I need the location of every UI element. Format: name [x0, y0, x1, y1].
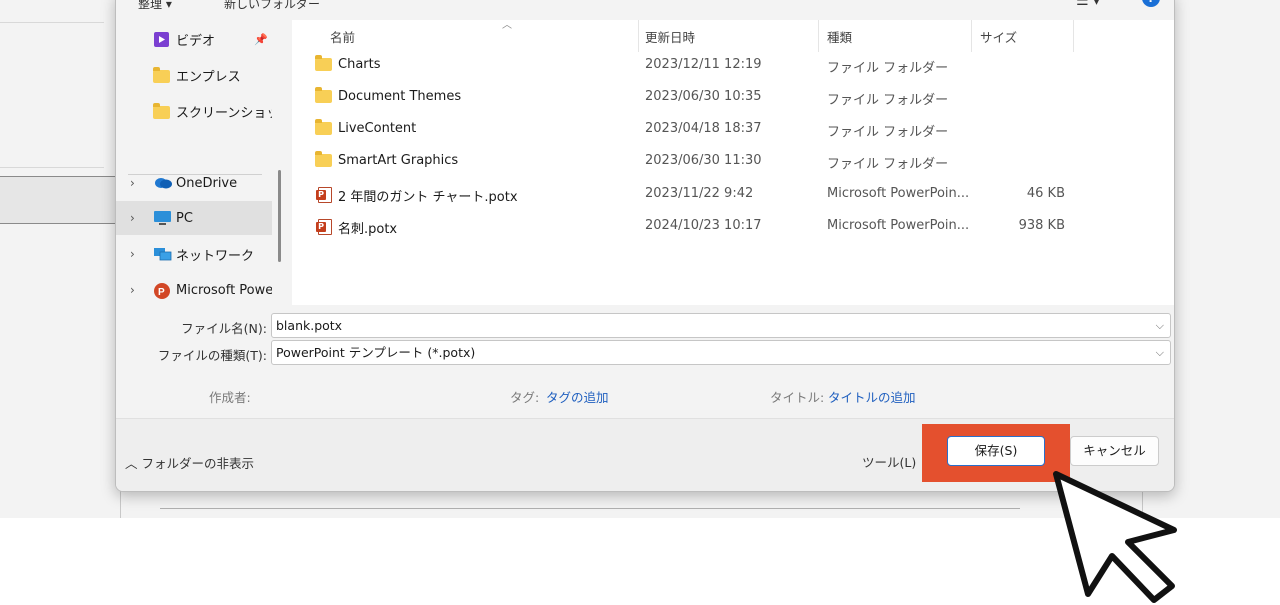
chevron-right-icon[interactable]: › — [130, 176, 135, 190]
title-label: タイトル: — [770, 390, 825, 405]
nav-item-videos[interactable]: ビデオ 📌 — [116, 22, 272, 56]
nav-item-label: ネットワーク — [176, 248, 255, 264]
save-button[interactable]: 保存(S) — [947, 436, 1045, 466]
view-options-icon[interactable]: ☰ ▾ — [1076, 0, 1100, 9]
divider — [0, 167, 104, 168]
svg-text:P: P — [158, 287, 165, 298]
chevron-down-icon[interactable]: ⌵ — [1156, 341, 1164, 364]
tags-link[interactable]: タグの追加 — [546, 387, 609, 406]
author-label: 作成者: — [209, 390, 251, 405]
pin-icon[interactable]: 📌 — [254, 33, 268, 46]
folder-icon — [315, 151, 332, 167]
navigation-pane: ビデオ 📌 エンプレス スクリーンショット › OneDrive › PC — [116, 20, 286, 305]
sort-ascending-icon: ︿ — [502, 20, 512, 31]
nav-item-microsoft-powerpoint[interactable]: › P Microsoft Power — [116, 273, 272, 307]
filename-label: ファイル名(N): — [181, 321, 267, 336]
nav-item-pc[interactable]: › PC — [116, 201, 272, 235]
folder-icon — [153, 67, 171, 83]
background-selected-band — [0, 176, 118, 224]
nav-item-label: スクリーンショット — [176, 105, 272, 121]
dialog-toolbar: 整理 ▾ 新しいフォルダー ☰ ▾ ? — [116, 0, 1174, 20]
file-row[interactable]: Charts 2023/12/11 12:19 ファイル フォルダー — [292, 49, 1174, 81]
nav-item-screenshots[interactable]: スクリーンショット — [116, 94, 272, 128]
computer-icon — [153, 210, 171, 226]
organize-menu[interactable]: 整理 ▾ — [138, 0, 172, 12]
hide-folders-toggle[interactable]: ︿ フォルダーの非表示 — [125, 453, 254, 472]
chevron-right-icon[interactable]: › — [130, 283, 135, 297]
cloud-icon — [153, 175, 172, 191]
chevron-up-icon: ︿ — [125, 456, 142, 471]
folder-icon — [315, 87, 332, 103]
filetype-value: PowerPoint テンプレート (*.potx) — [276, 345, 476, 360]
nav-item-empress[interactable]: エンプレス — [116, 58, 272, 92]
file-list: ︿ 名前 更新日時 種類 サイズ Charts 2023/12/11 12:19… — [292, 20, 1174, 305]
tools-menu[interactable]: ツール(L) — [862, 452, 916, 471]
nav-item-label: OneDrive — [176, 175, 238, 191]
filetype-label: ファイルの種類(T): — [157, 348, 267, 363]
chevron-right-icon[interactable]: › — [130, 247, 135, 261]
nav-item-label: PC — [176, 210, 193, 226]
tags-label: タグ: — [510, 390, 540, 405]
help-icon[interactable]: ? — [1142, 0, 1160, 7]
divider — [0, 22, 104, 23]
cancel-button[interactable]: キャンセル — [1070, 436, 1159, 466]
folder-icon — [315, 119, 332, 135]
dialog-footer: ︿ フォルダーの非表示 ツール(L) 保存(S) キャンセル — [116, 418, 1174, 491]
video-icon — [153, 31, 171, 47]
nav-item-label: Microsoft Power — [176, 282, 272, 298]
nav-scrollbar[interactable] — [278, 170, 281, 262]
file-row[interactable]: 2 年間のガント チャート.potx 2023/11/22 9:42 Micro… — [292, 178, 1174, 210]
column-header-name[interactable]: ︿ 名前 — [322, 20, 639, 52]
new-folder-button[interactable]: 新しいフォルダー — [224, 0, 320, 12]
file-row[interactable]: SmartArt Graphics 2023/06/30 11:30 ファイル … — [292, 145, 1174, 177]
save-as-dialog: 整理 ▾ 新しいフォルダー ☰ ▾ ? ビデオ 📌 エンプレス スクリーンショッ… — [115, 0, 1175, 492]
document-line — [160, 508, 1020, 509]
filename-value: blank.potx — [276, 318, 343, 333]
nav-item-onedrive[interactable]: › OneDrive — [116, 166, 272, 200]
column-header-type[interactable]: 種類 — [819, 20, 972, 52]
powerpoint-file-icon — [316, 187, 332, 203]
save-form: ファイル名(N): blank.potx ⌵ ファイルの種類(T): Power… — [116, 305, 1174, 417]
nav-item-label: エンプレス — [176, 69, 241, 85]
chevron-down-icon[interactable]: ⌵ — [1156, 314, 1164, 337]
powerpoint-icon: P — [153, 282, 171, 299]
mouse-pointer-icon — [1053, 471, 1177, 603]
network-icon — [153, 246, 172, 262]
chevron-right-icon[interactable]: › — [130, 211, 135, 225]
filename-input[interactable]: blank.potx ⌵ — [271, 313, 1171, 338]
title-link[interactable]: タイトルの追加 — [828, 387, 916, 406]
file-row[interactable]: LiveContent 2023/04/18 18:37 ファイル フォルダー — [292, 113, 1174, 145]
powerpoint-file-icon — [316, 219, 332, 235]
filetype-select[interactable]: PowerPoint テンプレート (*.potx) ⌵ — [271, 340, 1171, 365]
column-header-date[interactable]: 更新日時 — [637, 20, 819, 52]
document-edge — [120, 490, 121, 518]
folder-icon — [153, 103, 171, 119]
file-row[interactable]: 名刺.potx 2024/10/23 10:17 Microsoft Power… — [292, 210, 1174, 242]
column-header-size[interactable]: サイズ — [972, 20, 1074, 52]
folder-icon — [315, 55, 332, 71]
nav-item-network[interactable]: › ネットワーク — [116, 237, 272, 271]
file-row[interactable]: Document Themes 2023/06/30 10:35 ファイル フォ… — [292, 81, 1174, 113]
